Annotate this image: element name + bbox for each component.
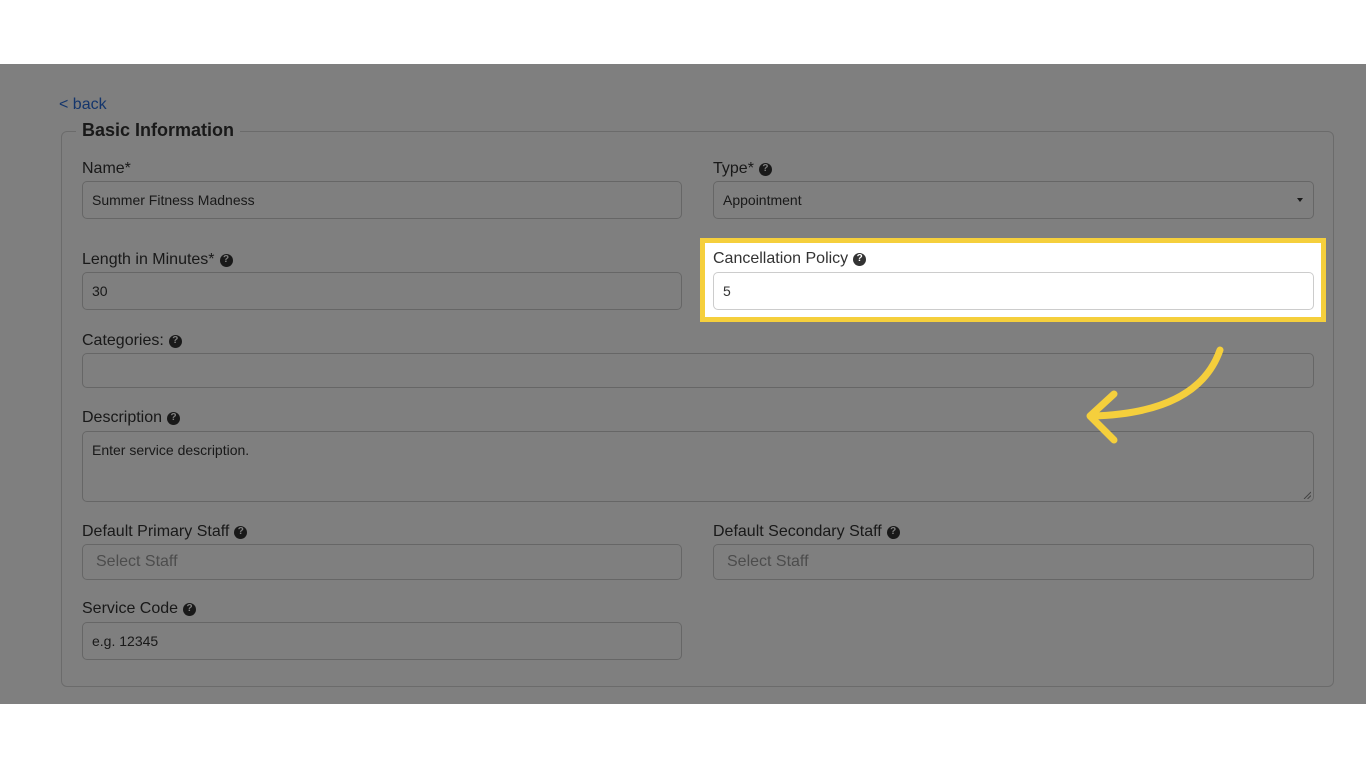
categories-label-text: Categories: <box>82 332 164 349</box>
question-circle-icon[interactable]: ? <box>167 411 181 425</box>
primary-staff-label-text: Default Primary Staff <box>82 523 230 540</box>
secondary-staff-label-text: Default Secondary Staff <box>713 523 882 540</box>
type-label: Type* ? <box>713 160 772 178</box>
primary-staff-label: Default Primary Staff ? <box>82 523 248 541</box>
categories-label: Categories: ? <box>82 332 182 350</box>
name-input-value: Summer Fitness Madness <box>92 192 255 208</box>
description-label: Description ? <box>82 409 181 427</box>
type-label-text: Type* <box>713 160 754 177</box>
name-label: Name* <box>82 160 131 178</box>
primary-staff-select[interactable]: Select Staff <box>82 544 682 580</box>
primary-staff-placeholder: Select Staff <box>96 553 178 570</box>
secondary-staff-placeholder: Select Staff <box>727 553 809 570</box>
service-code-input[interactable]: e.g. 12345 <box>82 622 682 660</box>
section-title: Basic Information <box>76 120 241 141</box>
caret-down-icon <box>1297 198 1303 202</box>
cancellation-highlight: Cancellation Policy ? 5 <box>700 238 1326 322</box>
service-code-placeholder: e.g. 12345 <box>92 633 159 649</box>
cancellation-input-value: 5 <box>723 283 731 299</box>
description-placeholder: Enter service description. <box>92 442 250 458</box>
question-circle-icon[interactable]: ? <box>853 252 867 266</box>
description-label-text: Description <box>82 409 163 426</box>
question-circle-icon[interactable]: ? <box>183 602 197 616</box>
page-stage: < back Basic Information Name* Summer Fi… <box>0 64 1366 704</box>
question-circle-icon[interactable]: ? <box>168 334 182 348</box>
curved-arrow-icon <box>1086 346 1224 444</box>
cancellation-input[interactable]: 5 <box>713 272 1314 310</box>
secondary-staff-select[interactable]: Select Staff <box>713 544 1314 580</box>
length-input[interactable]: 30 <box>82 272 682 310</box>
length-input-value: 30 <box>92 283 108 299</box>
cancellation-label-text: Cancellation Policy <box>713 250 849 267</box>
question-circle-icon[interactable]: ? <box>234 525 248 539</box>
question-circle-icon[interactable]: ? <box>219 253 233 267</box>
service-code-label-text: Service Code <box>82 600 179 617</box>
name-label-text: Name* <box>82 160 131 177</box>
service-code-label: Service Code ? <box>82 600 197 618</box>
length-label-text: Length in Minutes* <box>82 251 215 268</box>
question-circle-icon[interactable]: ? <box>758 162 772 176</box>
type-select[interactable]: Appointment <box>713 181 1314 219</box>
type-select-value: Appointment <box>723 192 802 208</box>
cancellation-label: Cancellation Policy ? <box>713 250 867 268</box>
back-link[interactable]: < back <box>59 96 107 114</box>
name-input[interactable]: Summer Fitness Madness <box>82 181 682 219</box>
secondary-staff-label: Default Secondary Staff ? <box>713 523 900 541</box>
resize-grip-icon[interactable] <box>1303 491 1311 499</box>
length-label: Length in Minutes* ? <box>82 251 233 269</box>
question-circle-icon[interactable]: ? <box>886 525 900 539</box>
